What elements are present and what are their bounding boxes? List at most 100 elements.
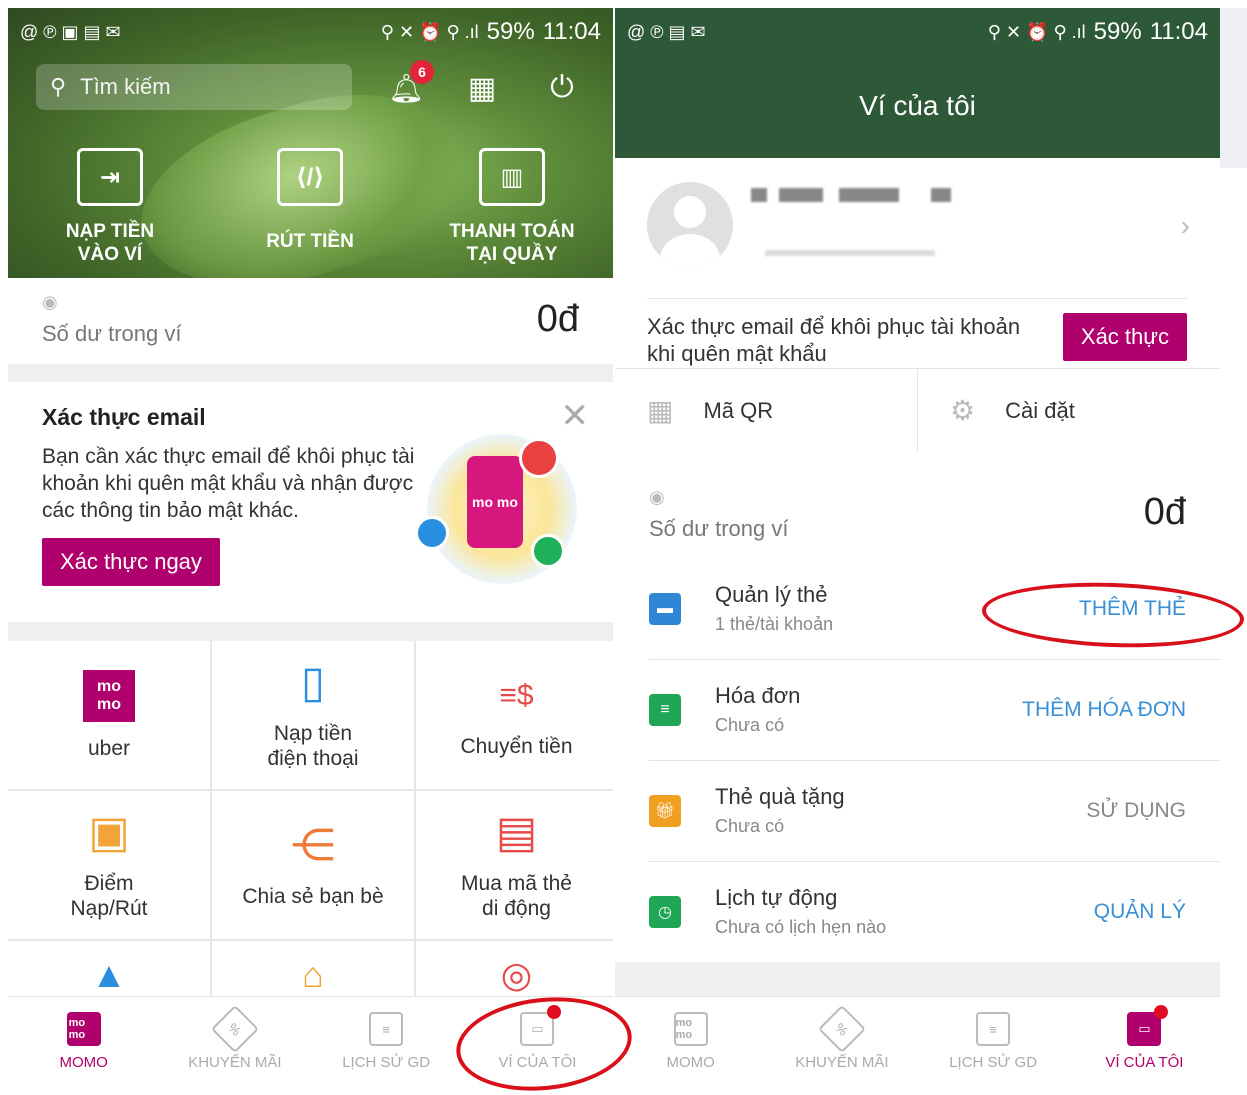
qr-code-button[interactable]: ▦ Mã QR xyxy=(615,369,917,452)
money-transfer-icon: ≡$ xyxy=(499,678,534,712)
tab-label: KHUYẾN MÃI xyxy=(795,1054,889,1071)
verify-button[interactable]: Xác thực xyxy=(1062,313,1187,361)
service-transfer[interactable]: ≡$ Chuyển tiền xyxy=(416,641,613,789)
tab-history[interactable]: ≡ LỊCH SỬ GD xyxy=(311,997,462,1086)
add-card-button[interactable]: THÊM THẺ xyxy=(1079,597,1186,621)
list-item-card-management[interactable]: ▬ Quản lý thẻ 1 thẻ/tài khoản THÊM THẺ xyxy=(615,558,1220,659)
wallet-icon: ▭ xyxy=(1127,1005,1169,1046)
service-partial-2[interactable]: ⌂ xyxy=(212,941,414,1001)
service-label-2: điện thoại xyxy=(267,747,359,770)
tab-my-wallet[interactable]: ▭ VÍ CỦA TÔI xyxy=(462,997,613,1086)
avatar[interactable] xyxy=(647,182,733,268)
withdraw-button[interactable]: ⟨/⟩ RÚT TIỀN xyxy=(210,148,410,253)
battery-level: 59% xyxy=(1093,18,1142,45)
service-points[interactable]: ▣ Điểm Nạp/Rút xyxy=(8,791,210,939)
withdraw-icon: ⟨/⟩ xyxy=(277,148,343,206)
service-label: Điểm xyxy=(84,872,134,895)
list-icon: ≡ xyxy=(369,1012,404,1046)
status-icons-right: ⚲ ✕ ⏰ ⚲ .ıl xyxy=(987,21,1086,42)
page-title: Ví của tôi xyxy=(859,90,976,121)
list-item-gift-card[interactable]: 🎁︎ Thẻ quà tặng Chưa có SỬ DỤNG xyxy=(615,760,1220,861)
credit-card-icon: ▬ xyxy=(649,592,681,625)
withdraw-label: RÚT TIỀN xyxy=(266,231,354,252)
search-input[interactable]: ⚲ Tìm kiếm xyxy=(36,64,352,110)
service-label: Chia sẻ bạn bè xyxy=(242,884,384,908)
tab-promotions[interactable]: % KHUYẾN MÃI xyxy=(766,997,917,1086)
list-item-auto-schedule[interactable]: ◷ Lịch tự động Chưa có lịch hẹn nào QUẢN … xyxy=(615,861,1220,962)
balance-card: ◉ Số dư trong ví 0đ xyxy=(8,278,613,364)
verify-now-button[interactable]: Xác thực ngay xyxy=(42,538,220,586)
momo-home-screen: @ ℗ ▣ ▤ ✉ ⚲ ✕ ⏰ ⚲ .ıl 59% 11:04 ⚲ Tìm ki… xyxy=(8,8,613,1086)
mail-icon xyxy=(519,438,559,478)
top-up-wallet-button[interactable]: ⇥ NẠP TIỀN VÀO VÍ xyxy=(10,148,210,266)
tab-history[interactable]: ≡ LỊCH SỬ GD xyxy=(918,997,1069,1086)
service-label: Chuyển tiền xyxy=(460,734,573,758)
pay-at-counter-button[interactable]: ▥ THANH TOÁN TẠI QUẦY xyxy=(412,148,612,266)
tab-my-wallet[interactable]: ▭ VÍ CỦA TÔI xyxy=(1069,997,1220,1086)
wallet-in-icon: ⇥ xyxy=(77,148,143,206)
settings-button[interactable]: ⚙ Cài đặt xyxy=(917,369,1220,452)
chevron-right-icon[interactable]: › xyxy=(1181,210,1190,242)
service-partial-1[interactable]: ▲ xyxy=(8,941,210,1001)
eye-icon[interactable]: ◉ xyxy=(649,487,1186,508)
service-label: uber xyxy=(87,736,131,760)
use-gift-button[interactable]: SỬ DỤNG xyxy=(1086,799,1186,823)
balance-value: 0đ xyxy=(536,298,579,340)
status-icons-right: ⚲ ✕ ⏰ ⚲ .ıl xyxy=(380,21,479,42)
clock: 11:04 xyxy=(1149,18,1208,45)
water-drop-icon: ▲ xyxy=(91,954,127,995)
tab-label: KHUYẾN MÃI xyxy=(188,1054,282,1071)
share-icon: ⋲ xyxy=(291,820,335,870)
background-strip xyxy=(1220,8,1247,168)
email-card-body: Bạn cần xác thực email để khôi phục tài … xyxy=(42,445,415,522)
tab-label: VÍ CỦA TÔI xyxy=(498,1054,577,1071)
add-bill-button[interactable]: THÊM HÓA ĐƠN xyxy=(1022,698,1186,722)
blurred-username xyxy=(751,188,951,202)
tab-momo[interactable]: mo mo MOMO xyxy=(615,997,766,1086)
service-label-2: di động xyxy=(482,897,551,920)
notification-badge: 6 xyxy=(410,60,434,84)
list-item-bills[interactable]: ≡ Hóa đơn Chưa có THÊM HÓA ĐƠN xyxy=(615,659,1220,760)
hero-banner: @ ℗ ▣ ▤ ✉ ⚲ ✕ ⏰ ⚲ .ıl 59% 11:04 ⚲ Tìm ki… xyxy=(8,8,613,324)
power-icon[interactable]: ⏻ xyxy=(540,66,584,110)
search-icon: ⚲ xyxy=(50,74,67,99)
service-topup-phone[interactable]: ▯ Nạp tiền điện thoại xyxy=(212,641,414,789)
search-placeholder: Tìm kiếm xyxy=(80,74,171,99)
close-icon[interactable]: ✕ xyxy=(561,396,590,436)
tab-momo[interactable]: mo mo MOMO xyxy=(8,997,159,1086)
service-uber[interactable]: mo mo uber xyxy=(8,641,210,789)
manage-schedule-button[interactable]: QUẢN LÝ xyxy=(1094,900,1186,924)
wallet-options-list: ▬ Quản lý thẻ 1 thẻ/tài khoản THÊM THẺ ≡ … xyxy=(615,558,1220,962)
store-icon: ▣ xyxy=(88,808,130,857)
momo-icon: mo mo xyxy=(83,669,135,722)
notification-bell-icon[interactable]: 🔔︎ 6 xyxy=(384,60,434,110)
battery-level: 59% xyxy=(486,18,535,45)
service-share[interactable]: ⋲ Chia sẻ bạn bè xyxy=(212,791,414,939)
balance-label: Số dư trong ví xyxy=(649,516,789,541)
momo-phone-icon: mo mo xyxy=(467,456,523,548)
user-icon xyxy=(415,516,449,550)
service-buy-card[interactable]: ▤ Mua mã thẻ di động xyxy=(416,791,613,939)
gift-icon: 🎁︎ xyxy=(649,794,681,827)
balance-value: 0đ xyxy=(1143,491,1186,533)
top-up-label-1: NẠP TIỀN xyxy=(65,221,155,242)
notification-dot xyxy=(1154,1005,1169,1019)
qr-code-icon: ▦ xyxy=(647,395,674,426)
service-label: Nạp tiền xyxy=(273,722,353,745)
eye-icon[interactable]: ◉ xyxy=(42,292,579,313)
tab-promotions[interactable]: % KHUYẾN MÃI xyxy=(159,997,310,1086)
balance-card: ◉ Số dư trong ví 0đ xyxy=(615,473,1220,558)
qr-code-icon[interactable]: ▦ xyxy=(460,66,504,110)
shield-icon xyxy=(531,534,565,568)
service-label-2: Nạp/Rút xyxy=(70,897,148,920)
barcode-icon: ▥ xyxy=(479,148,545,206)
service-partial-3[interactable]: ◎ xyxy=(416,941,613,1001)
tag-icon: % xyxy=(817,1004,866,1054)
balance-label: Số dư trong ví xyxy=(42,321,182,346)
pay-counter-label-2: TẠI QUẦY xyxy=(466,244,558,265)
momo-tab-icon: mo mo xyxy=(66,1012,101,1046)
email-illustration: mo mo xyxy=(415,434,577,584)
bottom-tab-bar: mo mo MOMO % KHUYẾN MÃI ≡ LỊCH SỬ GD ▭ V… xyxy=(8,996,613,1086)
status-bar: @ ℗ ▤ ✉ ⚲ ✕ ⏰ ⚲ .ıl 59% 11:04 xyxy=(615,8,1220,56)
wallet-icon: ▭ xyxy=(520,1005,562,1046)
